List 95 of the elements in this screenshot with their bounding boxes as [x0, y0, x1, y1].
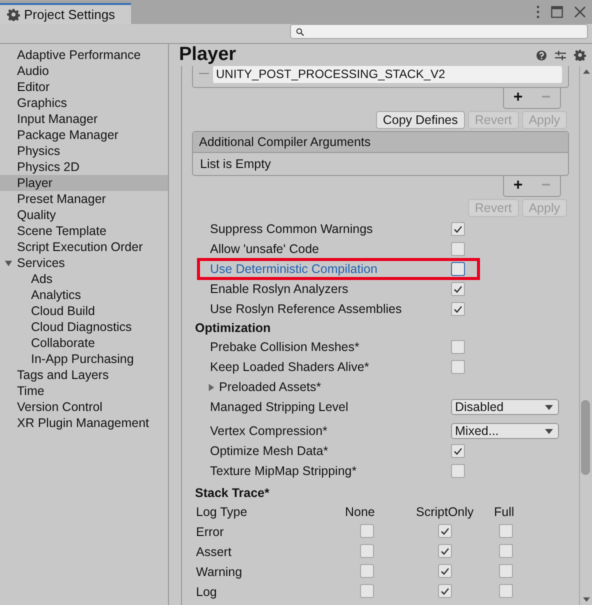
sidebar-item[interactable]: Package Manager [0, 127, 168, 143]
sidebar-item[interactable]: Adaptive Performance [0, 47, 168, 63]
checkbox[interactable] [360, 524, 374, 538]
add-button[interactable]: + [513, 178, 523, 194]
row-label: Warning [196, 565, 244, 579]
scroll-thumb[interactable] [581, 400, 590, 475]
maximize-icon[interactable] [551, 6, 563, 18]
checkbox[interactable] [438, 564, 452, 578]
more-icon[interactable] [536, 5, 540, 19]
drag-handle-icon[interactable] [199, 73, 209, 76]
sidebar-item[interactable]: Preset Manager [0, 191, 168, 207]
sidebar-item[interactable]: Physics 2D [0, 159, 168, 175]
checkbox[interactable] [451, 444, 465, 458]
window-tab[interactable]: Project Settings [0, 3, 131, 24]
expand-arrow-icon[interactable] [207, 382, 216, 392]
window-title: Project Settings [24, 7, 116, 22]
column-header: Log Type [196, 505, 248, 519]
caret-icon [545, 428, 553, 434]
sidebar-item[interactable]: Analytics [0, 287, 168, 303]
dropdown[interactable]: Disabled [451, 399, 559, 415]
sidebar-item[interactable]: Editor [0, 79, 168, 95]
sidebar-item[interactable]: Physics [0, 143, 168, 159]
setting-label: Keep Loaded Shaders Alive* [210, 360, 370, 374]
checkbox[interactable] [451, 262, 465, 276]
section-heading: Stack Trace* [194, 485, 270, 502]
setting-label: Allow 'unsafe' Code [210, 242, 320, 256]
checkbox[interactable] [499, 584, 513, 598]
expand-arrow-icon[interactable] [4, 259, 13, 268]
add-button[interactable]: + [513, 90, 523, 106]
foldout[interactable]: Preloaded Assets* [207, 380, 322, 394]
checkbox[interactable] [451, 340, 465, 354]
sidebar-item[interactable]: Script Execution Order [0, 239, 168, 255]
action-button[interactable]: Copy Defines [376, 111, 465, 129]
checkbox[interactable] [360, 544, 374, 558]
sidebar-item[interactable]: Time [0, 383, 168, 399]
define-field[interactable]: UNITY_POST_PROCESSING_STACK_V2 [213, 66, 562, 83]
sidebar-item[interactable]: Input Manager [0, 111, 168, 127]
setting-label: Suppress Common Warnings [210, 222, 374, 236]
sidebar-item[interactable]: Audio [0, 63, 168, 79]
sidebar-item[interactable]: Cloud Build [0, 303, 168, 319]
column-header: Full [494, 505, 516, 519]
sidebar-item[interactable]: Collaborate [0, 335, 168, 351]
setting-label: Texture MipMap Stripping* [210, 464, 358, 478]
checkbox[interactable] [451, 222, 465, 236]
sidebar-item[interactable]: Version Control [0, 399, 168, 415]
scroll-down-arrow-icon[interactable] [582, 597, 590, 602]
settings-icon[interactable] [574, 49, 586, 61]
setting-label: Use Deterministic Compilation [210, 262, 378, 276]
setting-label: Vertex Compression* [210, 424, 328, 438]
sidebar-item[interactable]: Tags and Layers [0, 367, 168, 383]
page-title: Player [179, 44, 236, 66]
checkbox[interactable] [451, 242, 465, 256]
search-field[interactable] [290, 24, 588, 39]
sidebar-item[interactable]: Player [0, 175, 168, 191]
checkbox[interactable] [499, 524, 513, 538]
sidebar-item[interactable]: Ads [0, 271, 168, 287]
empty-list-text: List is Empty [199, 156, 272, 173]
sidebar-item[interactable]: In-App Purchasing [0, 351, 168, 367]
setting-label: Enable Roslyn Analyzers [210, 282, 350, 296]
checkbox[interactable] [451, 302, 465, 316]
setting-label: Prebake Collision Meshes* [210, 340, 360, 354]
setting-label: Use Roslyn Reference Assemblies [210, 302, 403, 316]
dropdown[interactable]: Mixed... [451, 423, 559, 439]
sliders-icon[interactable] [555, 50, 566, 60]
close-icon[interactable] [574, 6, 586, 18]
checkbox[interactable] [438, 544, 452, 558]
checkbox[interactable] [451, 464, 465, 478]
caret-icon [545, 404, 553, 410]
checkbox[interactable] [438, 584, 452, 598]
row-label: Assert [196, 545, 232, 559]
search-icon [296, 28, 304, 36]
row-label: Log [196, 585, 218, 599]
list-header: Additional Compiler Arguments [193, 132, 568, 153]
column-header: ScriptOnly [416, 505, 475, 519]
scroll-up-arrow-icon[interactable] [582, 69, 590, 74]
settings-icon [7, 8, 20, 21]
sidebar-item[interactable]: Cloud Diagnostics [0, 319, 168, 335]
row-label: Error [196, 525, 225, 539]
checkbox[interactable] [451, 360, 465, 374]
sidebar-item[interactable]: Graphics [0, 95, 168, 111]
checkbox[interactable] [360, 564, 374, 578]
checkbox[interactable] [360, 584, 374, 598]
sidebar-item[interactable]: XR Plugin Management [0, 415, 168, 431]
checkbox[interactable] [438, 524, 452, 538]
sidebar-item[interactable]: Quality [0, 207, 168, 223]
column-header: None [345, 505, 376, 519]
sidebar-item[interactable]: Scene Template [0, 223, 168, 239]
setting-label: Managed Stripping Level [210, 400, 350, 414]
section-heading: Optimization [194, 320, 272, 337]
setting-label: Optimize Mesh Data* [210, 444, 330, 458]
checkbox[interactable] [499, 564, 513, 578]
help-icon[interactable] [536, 50, 547, 60]
sidebar-item[interactable]: Services [0, 255, 168, 271]
checkbox[interactable] [451, 282, 465, 296]
checkbox[interactable] [499, 544, 513, 558]
